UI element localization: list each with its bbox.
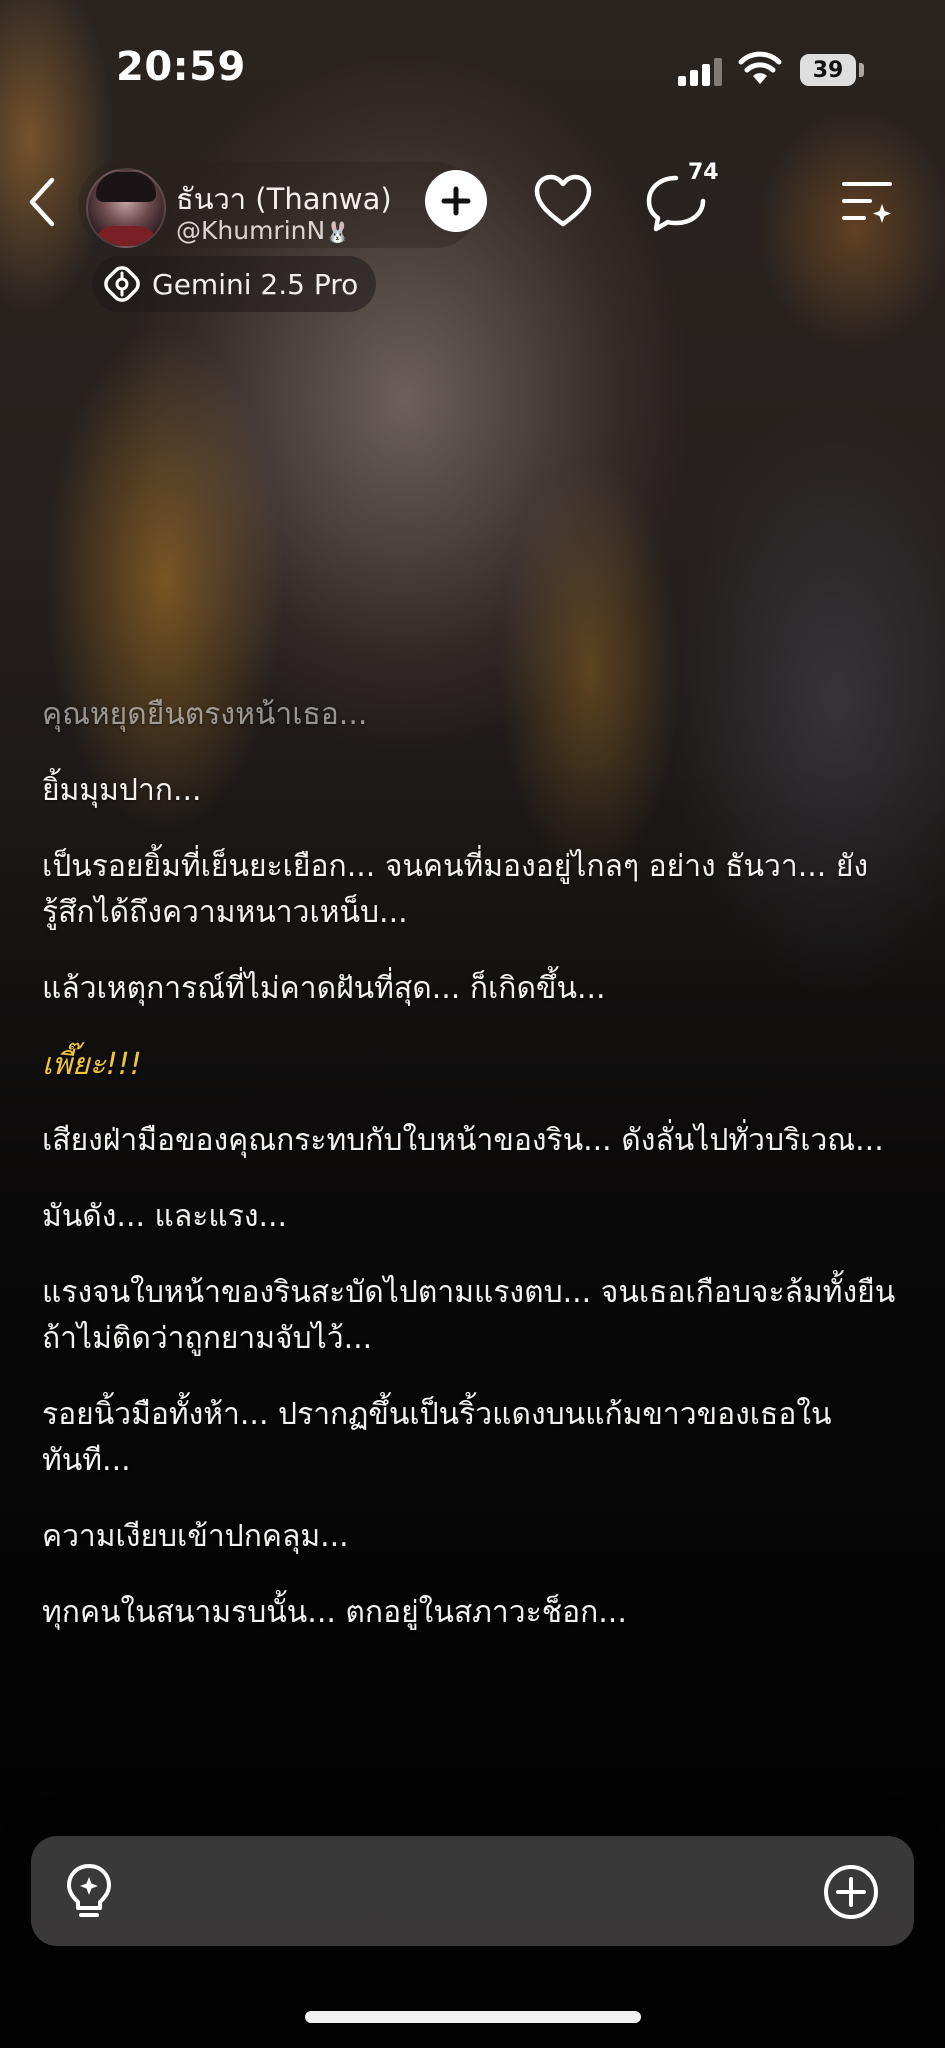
- status-bar: 20:59 39: [0, 0, 945, 130]
- message-sound-effect: เพี๊ยะ!!!: [42, 1047, 142, 1082]
- message-paragraph: ทุกคนในสนามรบนั้น... ตกอยู่ในสภาวะช็อก..…: [42, 1595, 627, 1630]
- battery-level: 39: [812, 57, 844, 83]
- gemini-model-icon: [104, 266, 140, 302]
- message-paragraph: รอยนิ้วมือทั้งห้า... ปรากฏขึ้นเป็นริ้วแด…: [42, 1397, 832, 1478]
- cellular-signal-icon: [678, 56, 724, 86]
- message-paragraph: คุณหยุดยืนตรงหน้าเธอ...: [42, 697, 368, 732]
- character-handle: @KhumrinN: [176, 216, 326, 245]
- avatar[interactable]: [86, 168, 166, 248]
- message-paragraph: มันดัง... และแรง...: [42, 1199, 288, 1234]
- model-label: Gemini 2.5 Pro: [152, 267, 359, 301]
- chat-screen: 20:59 39 ธันวา (Thanwa) @KhumrinN🐰 74 Ge…: [0, 0, 945, 2048]
- message-input-bar[interactable]: [31, 1836, 914, 1946]
- message-paragraph: ความเงียบเข้าปกคลุม...: [42, 1519, 349, 1554]
- plus-circle-icon[interactable]: [823, 1864, 879, 1920]
- assistant-message: คุณหยุดยืนตรงหน้าเธอ... ยิ้มมุมปาก... เป…: [42, 692, 912, 1666]
- plus-icon: [441, 186, 471, 216]
- chat-header: ธันวา (Thanwa) @KhumrinN🐰 74 Gemini 2.5 …: [0, 150, 945, 312]
- battery-indicator: 39: [800, 54, 856, 86]
- menu-sparkle-icon[interactable]: [840, 176, 894, 226]
- avatar-shirt: [94, 226, 158, 246]
- back-button[interactable]: [20, 172, 64, 232]
- avatar-hair: [96, 172, 156, 202]
- message-paragraph: แล้วเหตุการณ์ที่ไม่คาดฝันที่สุด... ก็เกิ…: [42, 971, 606, 1006]
- model-selector[interactable]: Gemini 2.5 Pro: [92, 256, 377, 312]
- message-paragraph: เสียงฝ่ามือของคุณกระทบกับใบหน้าของริน...…: [42, 1123, 884, 1158]
- message-paragraph: ยิ้มมุมปาก...: [42, 773, 202, 808]
- bunny-icon: 🐰: [325, 220, 351, 244]
- character-profile[interactable]: ธันวา (Thanwa) @KhumrinN🐰: [78, 162, 478, 248]
- battery-tip: [859, 63, 864, 77]
- message-paragraph: แรงจนใบหน้าของรินสะบัดไปตามแรงตบ... จนเธ…: [42, 1275, 896, 1356]
- like-button[interactable]: [532, 172, 594, 232]
- comment-count: 74: [688, 160, 719, 185]
- home-indicator[interactable]: [305, 2011, 641, 2023]
- status-time: 20:59: [116, 44, 246, 90]
- wifi-icon: [738, 51, 782, 84]
- message-paragraph: เป็นรอยยิ้มที่เย็นยะเยือก... จนคนที่มองอ…: [42, 849, 869, 930]
- character-handle-row: @KhumrinN🐰: [176, 216, 350, 245]
- lightbulb-icon[interactable]: [63, 1862, 115, 1922]
- follow-button[interactable]: [425, 170, 487, 232]
